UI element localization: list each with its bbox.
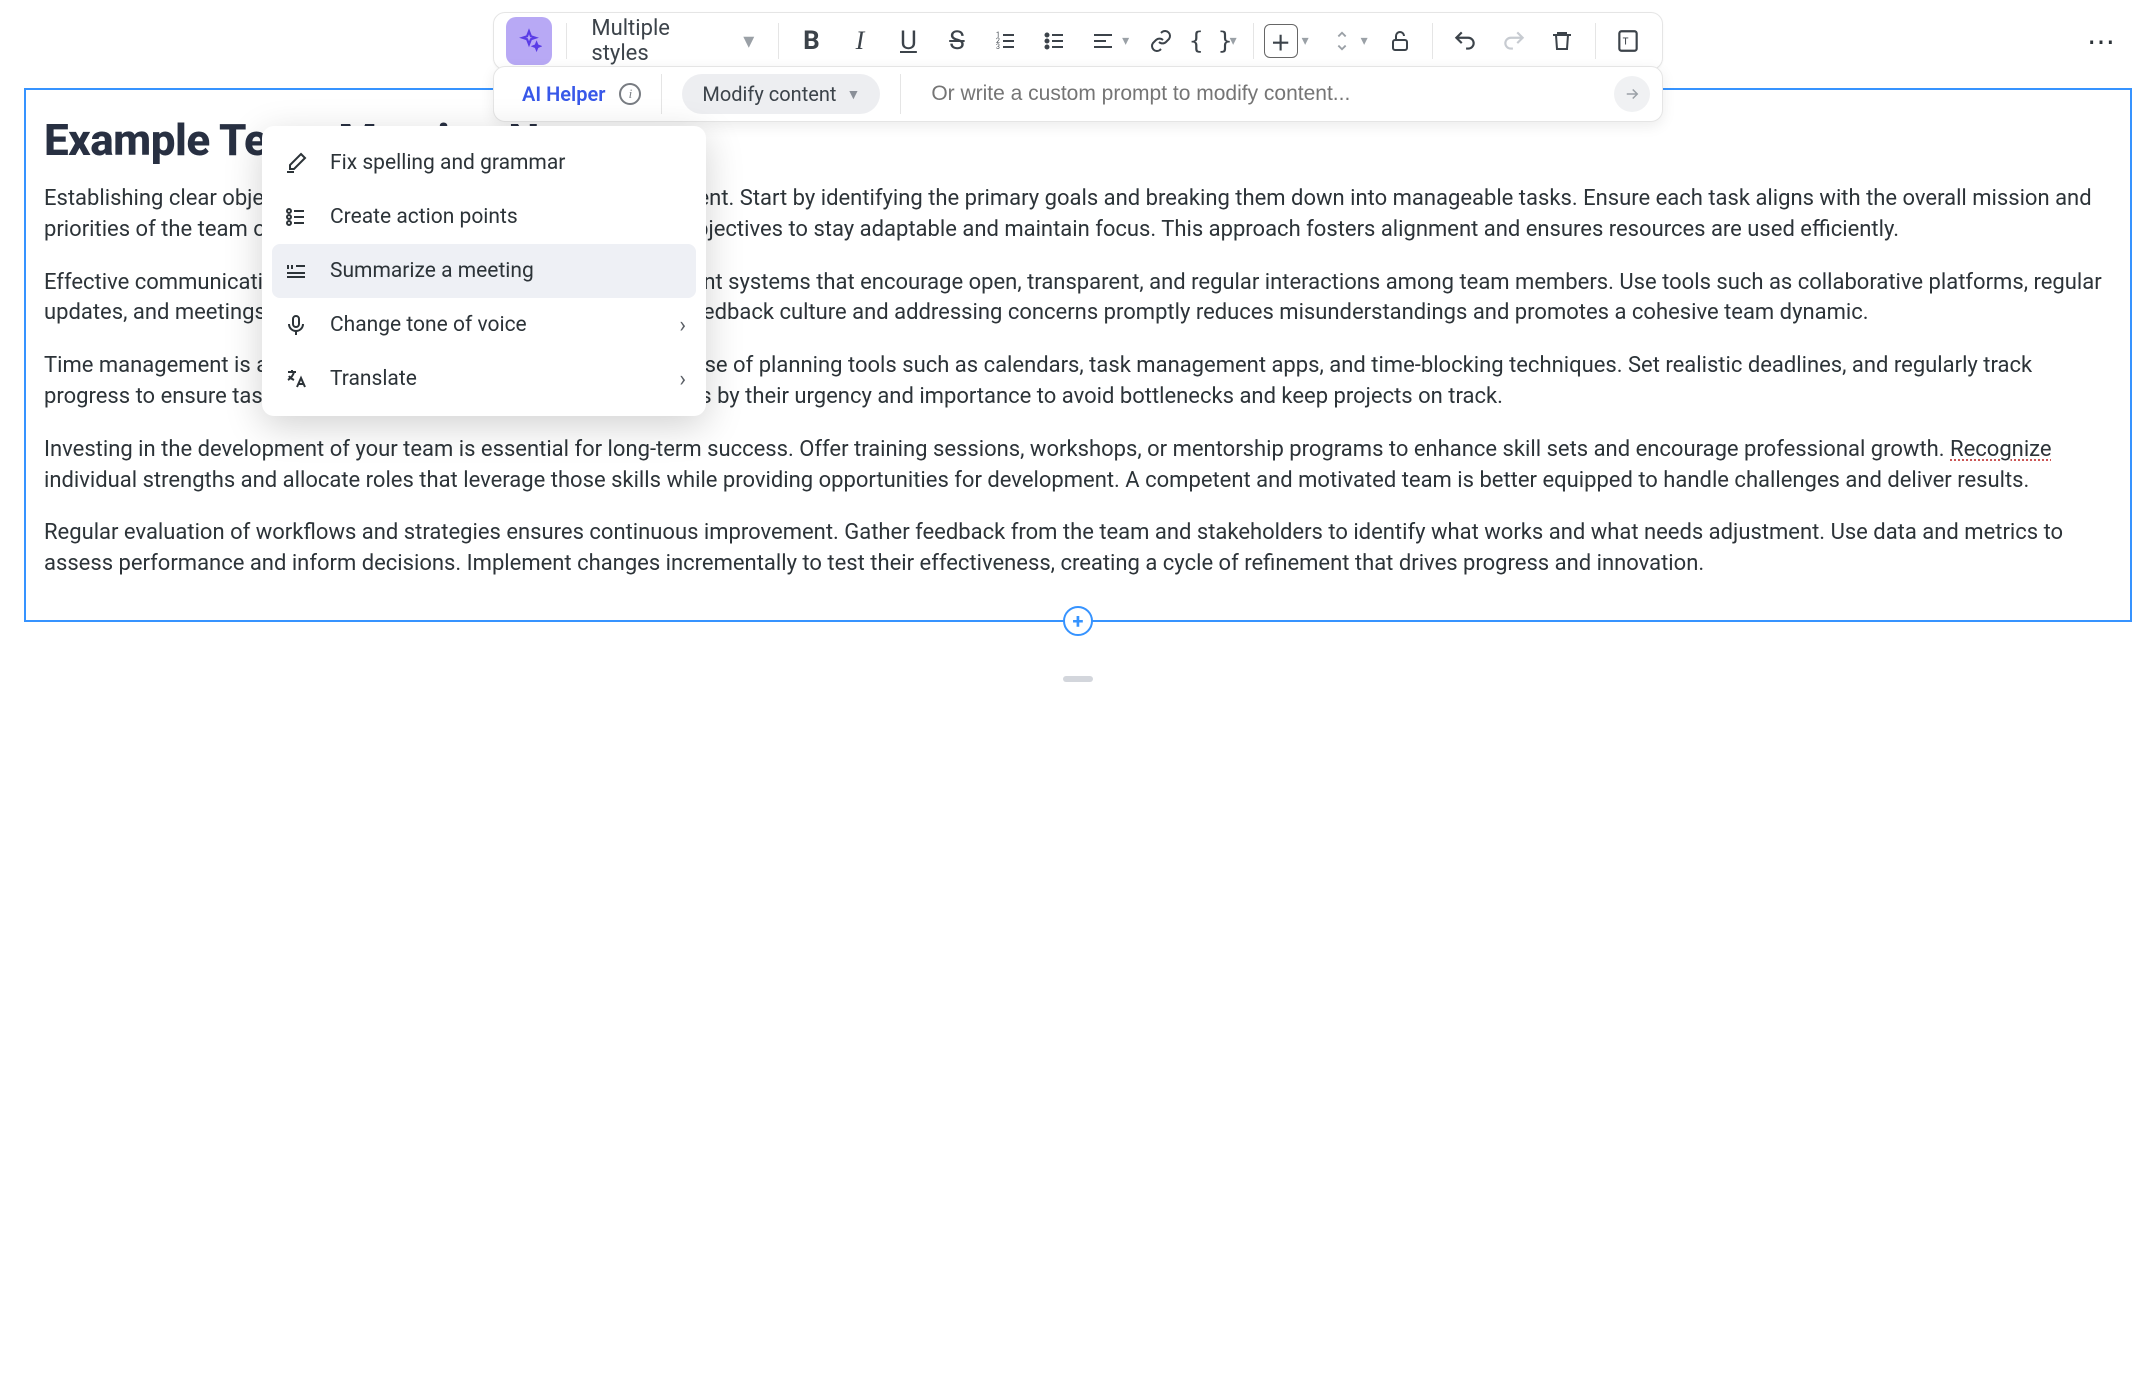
strikethrough-button[interactable]: S (935, 18, 979, 64)
resize-handle[interactable] (1063, 676, 1093, 682)
ai-helper-bar: AI Helper i Modify content ▼ (493, 66, 1663, 122)
menu-item-label: Fix spelling and grammar (330, 151, 565, 175)
updown-icon (1331, 28, 1353, 54)
redo-button[interactable] (1492, 18, 1536, 64)
arrow-right-icon (1623, 85, 1641, 103)
document-paragraph[interactable]: Regular evaluation of workflows and stra… (44, 518, 2112, 580)
divider (566, 23, 567, 59)
divider (661, 74, 662, 114)
code-button-group: { } ▾ (1188, 18, 1243, 64)
bold-button[interactable]: B (789, 18, 833, 64)
insert-button[interactable]: ＋ (1264, 24, 1298, 58)
align-left-icon (1091, 29, 1115, 53)
ai-helper-label: AI Helper (522, 82, 605, 106)
numbered-list-icon: 123 (993, 29, 1017, 53)
eraser-icon (282, 149, 310, 177)
quote-lines-icon (282, 257, 310, 285)
trash-icon (1550, 29, 1574, 53)
paragraph-style-select[interactable]: Multiple styles ▾ (577, 17, 768, 65)
delete-button[interactable] (1540, 18, 1584, 64)
modify-content-label: Modify content (702, 82, 836, 106)
source-button[interactable]: T (1606, 18, 1650, 64)
chevron-down-icon: ▾ (743, 29, 754, 54)
move-updown-button[interactable] (1319, 18, 1365, 64)
divider (900, 74, 901, 114)
menu-item-label: Create action points (330, 205, 518, 229)
insert-button-group: ＋ ▾ (1264, 24, 1315, 58)
bullet-list-icon (1042, 29, 1066, 53)
italic-icon: I (856, 26, 865, 56)
menu-item-change-tone[interactable]: Change tone of voice › (272, 298, 696, 352)
ai-prompt-input[interactable] (921, 82, 1600, 106)
menu-item-summarize-meeting[interactable]: Summarize a meeting (272, 244, 696, 298)
info-icon[interactable]: i (619, 83, 641, 105)
ellipsis-icon: ⋯ (2087, 25, 2115, 58)
chevron-down-icon[interactable]: ▾ (1302, 33, 1309, 49)
numbered-list-button[interactable]: 123 (983, 18, 1027, 64)
align-button-group: ▾ (1080, 18, 1135, 64)
ai-sparkle-button[interactable] (506, 17, 552, 65)
menu-item-label: Summarize a meeting (330, 259, 534, 283)
menu-item-label: Change tone of voice (330, 313, 527, 337)
divider (1432, 23, 1433, 59)
chevron-right-icon: › (679, 313, 686, 338)
divider (1595, 23, 1596, 59)
microphone-icon (282, 311, 310, 339)
code-braces-icon: { } (1189, 27, 1232, 55)
svg-text:3: 3 (996, 43, 1000, 51)
modify-content-menu: Fix spelling and grammar Create action p… (262, 126, 706, 416)
redo-icon (1501, 28, 1527, 54)
triangle-down-icon: ▼ (846, 86, 860, 103)
unlock-icon (1388, 29, 1412, 53)
page-source-icon: T (1615, 28, 1641, 54)
chevron-right-icon: › (679, 367, 686, 392)
underline-button[interactable]: U (886, 18, 930, 64)
italic-button[interactable]: I (838, 18, 882, 64)
divider (778, 23, 779, 59)
modify-content-dropdown[interactable]: Modify content ▼ (682, 74, 880, 114)
menu-item-label: Translate (330, 367, 417, 391)
code-button[interactable]: { } (1188, 18, 1234, 64)
divider (1253, 23, 1254, 59)
document-paragraph[interactable]: Investing in the development of your tea… (44, 435, 2112, 497)
more-options-button[interactable]: ⋯ (2076, 12, 2126, 70)
formatting-toolbar: Multiple styles ▾ B I U S 123 ▾ { } ▾ (493, 12, 1663, 70)
menu-item-action-points[interactable]: Create action points (272, 190, 696, 244)
link-icon (1149, 29, 1173, 53)
lock-button[interactable] (1378, 18, 1422, 64)
undo-button[interactable] (1443, 18, 1487, 64)
translate-icon (282, 365, 310, 393)
underline-icon: U (900, 26, 917, 56)
plus-icon: + (1073, 609, 1084, 633)
link-button[interactable] (1139, 18, 1183, 64)
menu-item-translate[interactable]: Translate › (272, 352, 696, 406)
bullet-list-button[interactable] (1032, 18, 1076, 64)
add-block-button[interactable]: + (1063, 606, 1093, 636)
send-prompt-button[interactable] (1614, 76, 1650, 112)
checklist-icon (282, 203, 310, 231)
svg-text:T: T (1622, 36, 1628, 47)
bold-icon: B (803, 26, 820, 56)
strikethrough-icon: S (949, 26, 964, 56)
sparkle-icon (516, 28, 542, 54)
undo-icon (1452, 28, 1478, 54)
menu-item-fix-spelling[interactable]: Fix spelling and grammar (272, 136, 696, 190)
style-label: Multiple styles (591, 16, 727, 66)
align-button[interactable] (1080, 18, 1126, 64)
move-button-group: ▾ (1319, 18, 1374, 64)
